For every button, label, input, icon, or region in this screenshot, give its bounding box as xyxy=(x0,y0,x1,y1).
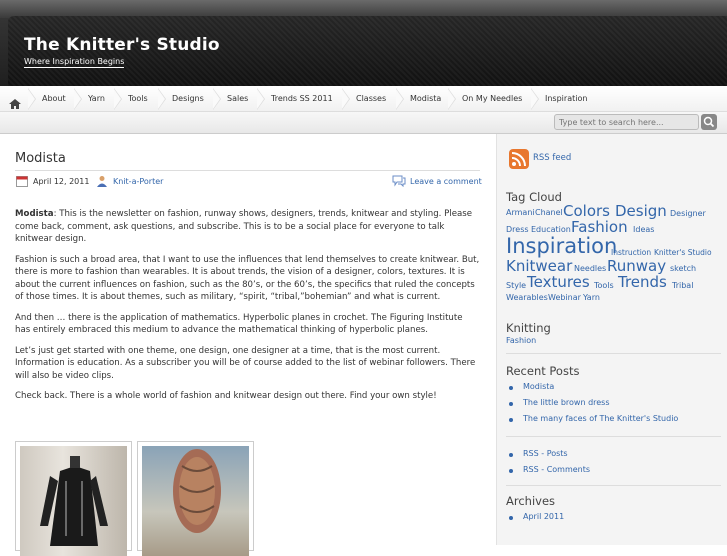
tag-link[interactable]: Tribal xyxy=(672,281,693,290)
tag-link[interactable]: Knitter's Studio xyxy=(654,248,712,257)
tag-link[interactable]: Wearables xyxy=(506,293,548,302)
nav-item-classes[interactable]: Classes xyxy=(356,86,386,112)
post-paragraph: Check back. There is a whole world of fa… xyxy=(15,391,437,401)
tag-link[interactable]: Yarn xyxy=(583,293,600,302)
tag-link[interactable]: Instruction xyxy=(611,248,651,257)
archive-link[interactable]: April 2011 xyxy=(523,512,564,521)
nav-item-yarn[interactable]: Yarn xyxy=(88,86,105,112)
tag-link[interactable]: Style xyxy=(506,281,526,290)
post-date: April 12, 2011 xyxy=(33,177,90,186)
bullet-icon xyxy=(509,453,513,457)
site-description: Where Inspiration Begins xyxy=(24,57,125,68)
tag-link[interactable]: Textures xyxy=(527,273,590,291)
post-title[interactable]: Modista xyxy=(15,151,66,166)
post-paragraph: Modista: This is the newsletter on fashi… xyxy=(15,208,480,246)
sidebar-divider xyxy=(506,485,721,486)
tag-link[interactable]: Education xyxy=(531,225,571,234)
tag-link[interactable]: Armani xyxy=(506,208,535,217)
recent-post-link[interactable]: The many faces of The Knitter's Studio xyxy=(523,414,678,423)
recent-post-link[interactable]: Modista xyxy=(523,382,554,391)
search-icon xyxy=(703,116,715,128)
tag-link[interactable]: Chanel xyxy=(535,208,563,217)
rss-comments-link[interactable]: RSS - Comments xyxy=(523,465,590,474)
comment-icon xyxy=(392,175,406,189)
bullet-icon xyxy=(509,418,513,422)
rss-posts-link[interactable]: RSS - Posts xyxy=(523,449,568,458)
knitting-fashion-link[interactable]: Fashion xyxy=(506,336,536,345)
home-icon[interactable] xyxy=(9,94,21,109)
knitting-heading: Knitting xyxy=(506,321,551,335)
post-image-thumbnail[interactable] xyxy=(137,441,254,556)
recent-posts-heading: Recent Posts xyxy=(506,364,580,378)
bullet-icon xyxy=(509,469,513,473)
tag-link[interactable]: sketch xyxy=(670,264,696,273)
nav-item-inspiration[interactable]: Inspiration xyxy=(545,86,587,112)
sidebar-divider xyxy=(506,436,721,437)
tag-link[interactable]: Designer xyxy=(670,209,706,218)
tag-link[interactable]: Tools xyxy=(594,281,614,290)
nav-item-sales[interactable]: Sales xyxy=(227,86,248,112)
post-strong: Modista xyxy=(15,209,54,219)
post-paragraph: Fashion is such a broad area, that I wan… xyxy=(15,254,480,303)
sidebar-divider xyxy=(506,353,721,354)
nav-item-on-my-needles[interactable]: On My Needles xyxy=(462,86,522,112)
site-title[interactable]: The Knitter's Studio xyxy=(24,35,220,55)
title-divider xyxy=(15,170,480,171)
nav-item-tools[interactable]: Tools xyxy=(128,86,148,112)
tag-cloud-heading: Tag Cloud xyxy=(506,190,562,204)
bullet-icon xyxy=(509,386,513,390)
post-paragraph: And then … there is the application of m… xyxy=(15,312,463,336)
nav-item-modista[interactable]: Modista xyxy=(410,86,441,112)
leave-comment-link[interactable]: Leave a comment xyxy=(410,177,482,186)
post-image-thumbnail[interactable] xyxy=(15,441,132,556)
tag-link[interactable]: Trends xyxy=(618,273,667,291)
author-icon xyxy=(96,175,108,189)
nav-item-about[interactable]: About xyxy=(42,86,66,112)
calendar-icon xyxy=(16,175,28,189)
search-button[interactable] xyxy=(701,114,717,130)
bullet-icon xyxy=(509,402,513,406)
bullet-icon xyxy=(509,516,513,520)
post-paragraph: Let’s just get started with one theme, o… xyxy=(15,345,476,381)
recent-post-link[interactable]: The little brown dress xyxy=(523,398,610,407)
archives-heading: Archives xyxy=(506,494,556,508)
tag-link[interactable]: Ideas xyxy=(633,225,654,234)
search-input[interactable] xyxy=(554,114,699,130)
rss-feed-link[interactable]: RSS feed xyxy=(533,153,571,163)
tag-link[interactable]: Needles xyxy=(574,264,606,273)
nav-item-designs[interactable]: Designs xyxy=(172,86,204,112)
rss-icon[interactable] xyxy=(509,149,529,173)
main-nav: About Yarn Tools Designs Sales Trends SS… xyxy=(0,86,727,112)
post-author[interactable]: Knit-a-Porter xyxy=(113,177,163,186)
tag-link[interactable]: Webinar xyxy=(548,293,581,302)
tag-link[interactable]: Inspiration xyxy=(506,234,617,258)
tag-link[interactable]: Dress xyxy=(506,225,529,234)
nav-item-trends[interactable]: Trends SS 2011 xyxy=(271,86,333,112)
post-body: Modista: This is the newsletter on fashi… xyxy=(15,208,480,411)
post-text: : This is the newsletter on fashion, run… xyxy=(15,209,473,244)
